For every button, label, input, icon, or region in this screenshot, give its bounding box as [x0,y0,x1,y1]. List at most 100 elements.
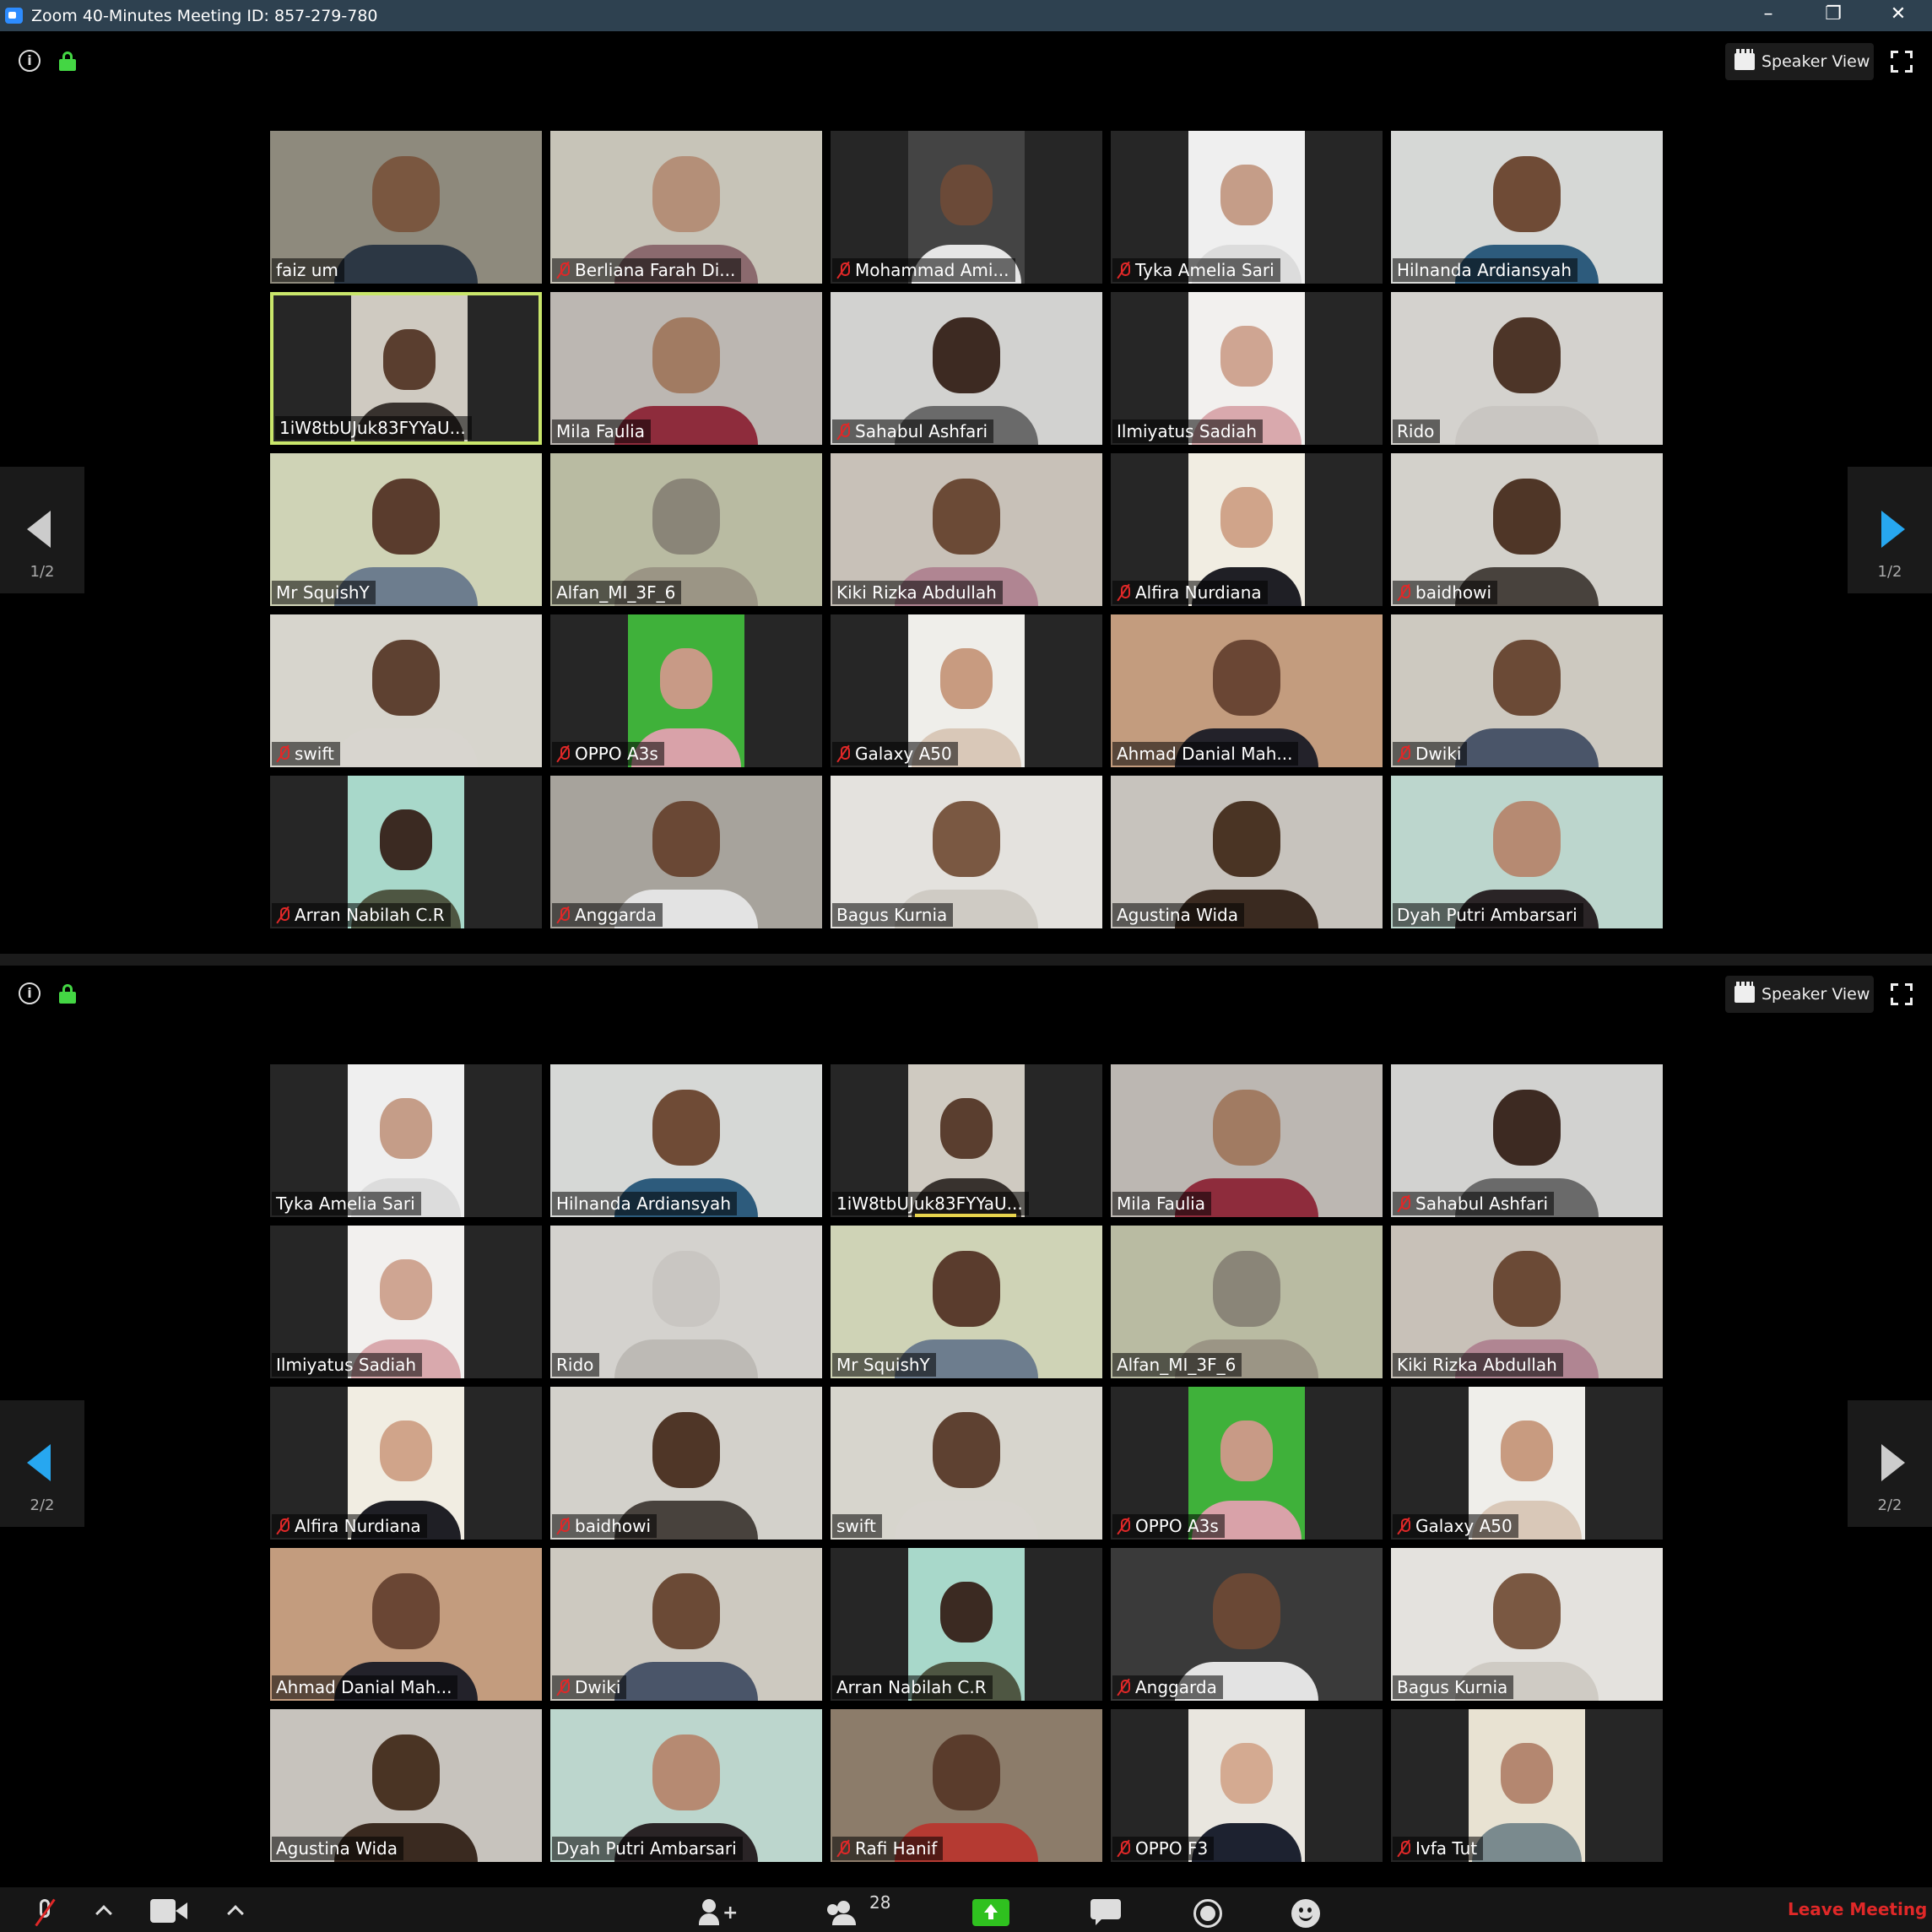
video-button[interactable] [150,1899,189,1923]
participant-tile[interactable]: Dyah Putri Ambarsari [1391,776,1663,928]
participant-name-label: OPPO A3s [1112,1514,1225,1538]
leave-meeting-button[interactable]: Leave Meeting [1788,1899,1927,1919]
video-options-caret-icon[interactable] [227,1905,244,1922]
participant-tile[interactable]: Rido [1391,292,1663,445]
participant-name: swift [295,744,334,764]
participant-name-label: swift [832,1514,882,1538]
participant-tile[interactable]: Agustina Wida [1111,776,1383,928]
participant-tile[interactable]: OPPO F3 [1111,1709,1383,1862]
minimize-button[interactable]: – [1747,1,1789,28]
participant-tile[interactable]: Tyka Amelia Sari [1111,131,1383,284]
participant-face [1213,1251,1280,1327]
participant-face [652,1734,720,1810]
record-button[interactable] [1193,1899,1222,1928]
participant-tile[interactable]: Hilnanda Ardiansyah [1391,131,1663,284]
lock-icon[interactable] [59,984,76,1004]
participant-tile[interactable]: Alfira Nurdiana [1111,453,1383,606]
speaker-view-button[interactable]: Speaker View [1725,976,1874,1013]
participant-tile[interactable]: swift [270,614,542,767]
video-grid: faiz um Berliana Farah Di... Mohammad Ami.… [270,131,1663,928]
participant-face [652,479,720,555]
participant-name: Mr SquishY [276,582,370,603]
participant-name: 1iW8tbUJuk83FYYaU... [279,418,466,438]
participant-tile[interactable]: Anggarda [1111,1548,1383,1701]
next-page-button[interactable]: 1/2 [1848,467,1932,593]
participant-tile[interactable]: Mila Faulia [550,292,822,445]
fullscreen-icon[interactable] [1891,51,1913,73]
participant-tile[interactable]: faiz um [270,131,542,284]
previous-page-button[interactable]: 1/2 [0,467,84,593]
participant-face [1493,801,1561,877]
participant-tile[interactable]: OPPO A3s [550,614,822,767]
participant-tile[interactable]: 1iW8tbUJuk83FYYaU... [831,1064,1102,1217]
speaker-view-button[interactable]: Speaker View [1725,43,1874,80]
participant-tile[interactable]: Galaxy A50 [1391,1387,1663,1540]
participant-face [933,801,1000,877]
active-speaker-indicator [915,1214,1016,1217]
participant-tile[interactable]: Dyah Putri Ambarsari [550,1709,822,1862]
participant-tile[interactable]: Alfira Nurdiana [270,1387,542,1540]
participant-tile[interactable]: Bagus Kurnia [1391,1548,1663,1701]
participant-tile[interactable]: Mr SquishY [270,453,542,606]
page-indicator: 2/2 [30,1496,55,1514]
participant-tile[interactable]: Mohammad Ami... [831,131,1102,284]
participant-name-label: swift [272,742,340,766]
participant-tile[interactable]: Arran Nabilah C.R [270,776,542,928]
participant-tile[interactable]: Sahabul Ashfari [831,292,1102,445]
participant-tile[interactable]: Sahabul Ashfari [1391,1064,1663,1217]
participant-tile[interactable]: Berliana Farah Di... [550,131,822,284]
close-button[interactable]: ✕ [1877,1,1919,28]
lock-icon[interactable] [59,51,76,71]
participant-name: 1iW8tbUJuk83FYYaU... [836,1193,1023,1214]
participant-tile[interactable]: 1iW8tbUJuk83FYYaU... [270,292,542,445]
next-page-button[interactable]: 2/2 [1848,1400,1932,1527]
participant-tile[interactable]: Dwiki [550,1548,822,1701]
participant-tile[interactable]: Ahmad Danial Mah... [270,1548,542,1701]
info-icon[interactable]: i [19,50,41,72]
participant-tile[interactable]: Rafi Hanif [831,1709,1102,1862]
muted-microphone-icon [1117,1840,1130,1857]
participant-tile[interactable]: Mila Faulia [1111,1064,1383,1217]
participant-tile[interactable]: Kiki Rizka Abdullah [831,453,1102,606]
participant-name-label: OPPO A3s [552,742,664,766]
participant-tile[interactable]: Hilnanda Ardiansyah [550,1064,822,1217]
unmute-button[interactable] [32,1898,57,1928]
participant-tile[interactable]: Dwiki [1391,614,1663,767]
participant-face [940,1098,993,1159]
participant-name-label: Mila Faulia [1112,1192,1211,1215]
reactions-button[interactable] [1291,1899,1320,1928]
fullscreen-icon[interactable] [1891,983,1913,1005]
chat-button[interactable] [1090,1899,1123,1926]
participant-name: Anggarda [575,905,657,925]
participant-tile[interactable]: Anggarda [550,776,822,928]
participant-tile[interactable]: Ilmiyatus Sadiah [270,1226,542,1378]
participant-tile[interactable]: Mr SquishY [831,1226,1102,1378]
participant-tile[interactable]: Arran Nabilah C.R [831,1548,1102,1701]
left-arrow-icon [27,511,51,548]
participant-tile[interactable]: Alfan_MI_3F_6 [550,453,822,606]
previous-page-button[interactable]: 2/2 [0,1400,84,1527]
participant-tile[interactable]: baidhowi [550,1387,822,1540]
participant-tile[interactable]: Ivfa Tut [1391,1709,1663,1862]
participant-tile[interactable]: Ahmad Danial Mah... [1111,614,1383,767]
audio-options-caret-icon[interactable] [95,1905,112,1922]
participants-button[interactable]: 28 [827,1892,890,1928]
participant-tile[interactable]: Agustina Wida [270,1709,542,1862]
participant-tile[interactable]: Ilmiyatus Sadiah [1111,292,1383,445]
info-icon[interactable]: i [19,982,41,1004]
participant-tile[interactable]: Bagus Kurnia [831,776,1102,928]
muted-microphone-icon [1397,584,1410,601]
participant-tile[interactable]: Alfan_MI_3F_6 [1111,1226,1383,1378]
participant-tile[interactable]: Galaxy A50 [831,614,1102,767]
participant-name-label: Bagus Kurnia [1393,1675,1514,1699]
participant-name: Alfan_MI_3F_6 [556,582,676,603]
invite-button[interactable]: + [699,1899,738,1928]
participant-tile[interactable]: Rido [550,1226,822,1378]
participant-tile[interactable]: swift [831,1387,1102,1540]
participant-tile[interactable]: baidhowi [1391,453,1663,606]
restore-button[interactable]: ❐ [1812,1,1854,28]
participant-tile[interactable]: Tyka Amelia Sari [270,1064,542,1217]
participant-tile[interactable]: OPPO A3s [1111,1387,1383,1540]
participant-tile[interactable]: Kiki Rizka Abdullah [1391,1226,1663,1378]
share-screen-button[interactable] [972,1899,1009,1926]
